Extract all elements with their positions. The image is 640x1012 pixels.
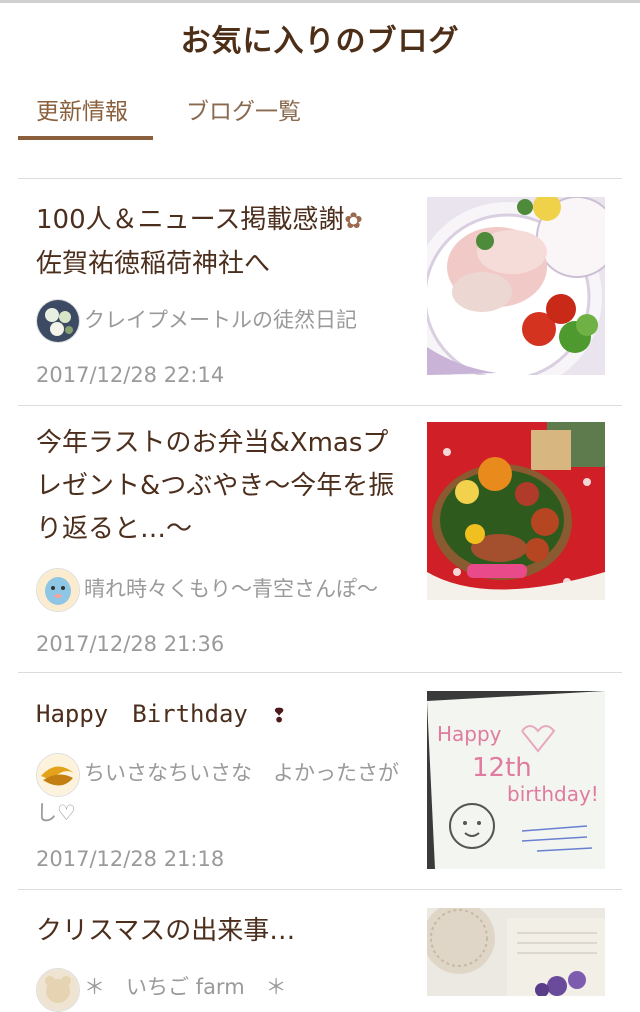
- tab-updates[interactable]: 更新情報: [18, 88, 146, 130]
- entry-title[interactable]: 100人＆ニュース掲載感謝✿ 佐賀祐徳稲荷神社へ: [36, 199, 408, 286]
- blog-name[interactable]: ＊ いちご farm ＊: [84, 966, 414, 1008]
- list-item[interactable]: Happy Birthday ❢ ちいさなちいさな よかったさがし♡ 2017/…: [18, 673, 622, 889]
- tab-bar: 更新情報 ブログ一覧: [18, 88, 622, 144]
- entry-title[interactable]: Happy Birthday ❢: [36, 693, 408, 736]
- entry-date: 2017/12/28 21:36: [36, 632, 225, 656]
- blog-name[interactable]: クレイプメートルの徒然日記: [84, 299, 414, 341]
- flower-icon: ✿: [344, 209, 363, 234]
- avatar: [36, 568, 80, 612]
- entry-thumbnail[interactable]: [427, 197, 605, 375]
- list-item[interactable]: クリスマスの出来事… ＊ いちご farm ＊: [18, 890, 622, 1012]
- card-text: birthday!: [507, 782, 599, 806]
- card-text: 12th: [472, 753, 532, 783]
- list-item[interactable]: 100人＆ニュース掲載感謝✿ 佐賀祐徳稲荷神社へ クレイプメートルの徒然日記 2…: [18, 179, 622, 405]
- list-item[interactable]: 今年ラストのお弁当&Xmasプレゼント&つぶやき～今年を振り返ると…～ 晴れ時々…: [18, 406, 622, 672]
- entry-thumbnail[interactable]: [427, 908, 605, 996]
- page-title: お気に入りのブログ: [180, 24, 460, 59]
- entry-thumbnail[interactable]: Happy 12th birthday!: [427, 691, 605, 869]
- entry-date: 2017/12/28 21:18: [36, 847, 225, 871]
- entry-thumbnail[interactable]: [427, 422, 605, 600]
- active-tab-indicator: [18, 136, 153, 140]
- blog-name[interactable]: ちいさなちいさな よかったさがし♡: [36, 753, 416, 833]
- top-border: [0, 0, 640, 3]
- avatar: [36, 299, 80, 343]
- tab-blog-list[interactable]: ブログ一覧: [168, 88, 319, 130]
- entry-title[interactable]: クリスマスの出来事…: [36, 910, 408, 953]
- blog-name[interactable]: 晴れ時々くもり～青空さんぽ～: [84, 568, 414, 610]
- card-text: Happy: [437, 722, 502, 746]
- exclamation-icon: ❢: [271, 700, 287, 728]
- entry-title[interactable]: 今年ラストのお弁当&Xmasプレゼント&つぶやき～今年を振り返ると…～: [36, 422, 408, 551]
- avatar: [36, 968, 80, 1012]
- entry-date: 2017/12/28 22:14: [36, 363, 225, 387]
